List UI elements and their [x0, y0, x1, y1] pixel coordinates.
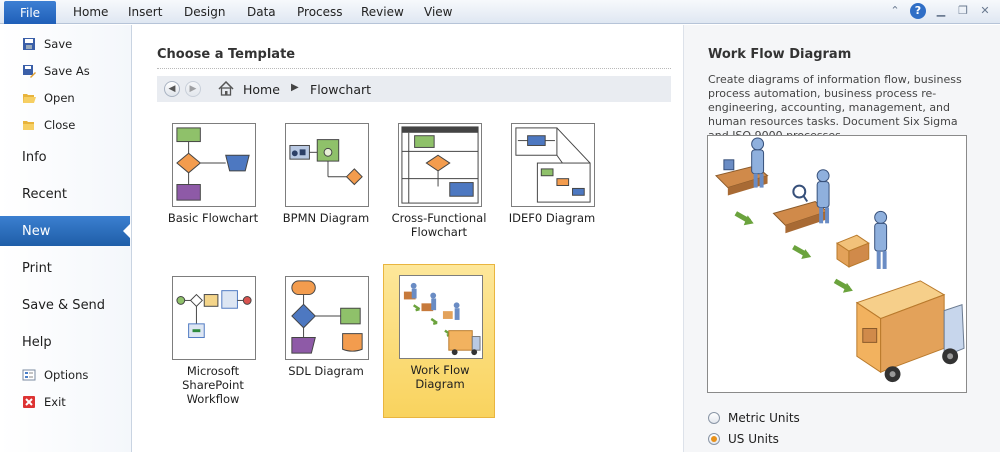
help-icon[interactable]: ?	[910, 3, 926, 19]
save-as-command[interactable]: Save As	[22, 62, 90, 80]
us-units-label: US Units	[728, 432, 779, 446]
metric-units-label: Metric Units	[728, 411, 800, 425]
basic-flowchart-thumbnail	[172, 123, 256, 207]
template-label: SDL Diagram	[288, 364, 364, 378]
tab-process[interactable]: Process	[297, 5, 343, 19]
template-label: IDEF0 Diagram	[508, 211, 596, 225]
open-command[interactable]: Open	[22, 89, 75, 107]
template-cross-functional-flowchart[interactable]: Cross-Functional Flowchart	[383, 113, 495, 265]
template-label: Basic Flowchart	[167, 211, 259, 225]
save-label: Save	[44, 37, 73, 51]
work-flow-thumbnail	[399, 275, 483, 359]
nav-item-recent[interactable]: Recent	[0, 179, 132, 209]
home-icon	[218, 81, 234, 96]
template-sharepoint-workflow[interactable]: Microsoft SharePoint Workflow	[157, 266, 269, 418]
sdl-diagram-thumbnail	[285, 276, 369, 360]
template-sdl-diagram[interactable]: SDL Diagram	[270, 266, 382, 418]
sharepoint-workflow-thumbnail	[172, 276, 256, 360]
open-folder-icon	[23, 94, 36, 103]
detail-description: Create diagrams of information flow, bus…	[708, 73, 962, 142]
nav-item-info[interactable]: Info	[0, 142, 132, 172]
forward-arrow-icon[interactable]: ▶	[185, 81, 201, 97]
options-label: Options	[44, 368, 89, 382]
close-window-icon[interactable]: ✕	[978, 4, 992, 18]
bpmn-diagram-thumbnail	[285, 123, 369, 207]
minimize-window-icon[interactable]: ▁	[934, 4, 948, 18]
us-units-radio[interactable]	[708, 433, 720, 445]
exit-icon	[23, 396, 35, 408]
exit-command[interactable]: Exit	[22, 393, 66, 411]
tab-view[interactable]: View	[424, 5, 452, 19]
breadcrumb: ◀ ▶ Home ▶ Flowchart	[157, 76, 671, 102]
exit-label: Exit	[44, 395, 66, 409]
idef0-thumbnail	[511, 123, 595, 207]
template-label: Microsoft SharePoint Workflow	[182, 364, 244, 406]
close-folder-icon	[23, 121, 34, 130]
save-as-label: Save As	[44, 64, 90, 78]
tab-insert[interactable]: Insert	[128, 5, 162, 19]
template-idef0-diagram[interactable]: IDEF0 Diagram	[496, 113, 608, 265]
backstage-nav: Save Save As Open Close Info Recent New …	[0, 25, 132, 452]
save-command[interactable]: Save	[22, 35, 72, 53]
template-label: Cross-Functional Flowchart	[391, 211, 487, 239]
options-icon	[22, 369, 36, 381]
template-label: Work Flow Diagram	[410, 363, 470, 391]
breadcrumb-flowchart[interactable]: Flowchart	[310, 82, 371, 97]
minimize-ribbon-icon[interactable]: ⌃	[888, 4, 902, 18]
us-units-option[interactable]: US Units	[708, 432, 779, 446]
section-title: Choose a Template	[157, 47, 296, 62]
delivery-truck	[855, 280, 965, 383]
nav-item-new[interactable]: New	[0, 216, 131, 246]
nav-item-print[interactable]: Print	[0, 253, 132, 283]
breadcrumb-home[interactable]: Home	[243, 82, 280, 97]
template-bpmn-diagram[interactable]: BPMN Diagram	[270, 113, 382, 265]
options-command[interactable]: Options	[22, 366, 88, 384]
close-label: Close	[44, 118, 76, 132]
template-work-flow-diagram[interactable]: Work Flow Diagram	[383, 264, 495, 418]
work-flow-preview-image	[707, 135, 967, 393]
file-tab[interactable]: File	[4, 1, 56, 24]
template-label: BPMN Diagram	[282, 211, 370, 225]
tab-review[interactable]: Review	[361, 5, 404, 19]
worker-station-3	[835, 210, 888, 269]
breadcrumb-separator-icon: ▶	[291, 82, 299, 93]
save-as-icon	[23, 65, 36, 78]
detail-title: Work Flow Diagram	[708, 47, 852, 62]
metric-units-option[interactable]: Metric Units	[708, 411, 800, 425]
template-basic-flowchart[interactable]: Basic Flowchart	[157, 113, 269, 265]
tab-design[interactable]: Design	[184, 5, 225, 19]
open-label: Open	[44, 91, 75, 105]
divider	[157, 68, 671, 69]
back-arrow-icon[interactable]: ◀	[164, 81, 180, 97]
restore-window-icon[interactable]: ❐	[956, 4, 970, 18]
tab-data[interactable]: Data	[247, 5, 276, 19]
metric-units-radio[interactable]	[708, 412, 720, 424]
tab-home[interactable]: Home	[73, 5, 108, 19]
ribbon-tab-bar: File Home Insert Design Data Process Rev…	[0, 0, 1000, 24]
close-command[interactable]: Close	[22, 116, 75, 134]
worker-station-1	[714, 137, 769, 196]
worker-station-2	[772, 169, 830, 234]
nav-item-save-send[interactable]: Save & Send	[0, 290, 132, 320]
nav-item-help[interactable]: Help	[0, 327, 132, 357]
cross-functional-thumbnail	[398, 123, 482, 207]
save-icon	[23, 38, 35, 50]
